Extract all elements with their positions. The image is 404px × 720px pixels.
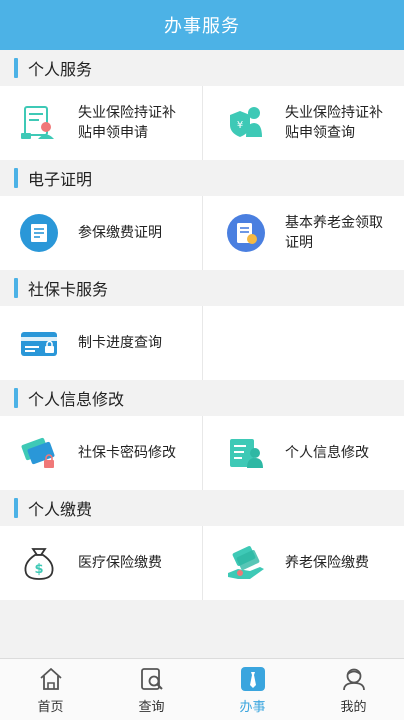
section-accent-bar bbox=[14, 278, 18, 298]
app-header: 办事服务 bbox=[0, 0, 404, 50]
section-row: 社保卡密码修改 个人信息修改 bbox=[0, 416, 404, 490]
shield-person-icon: ¥ bbox=[225, 102, 267, 144]
home-icon bbox=[37, 665, 65, 693]
section-header-personal-payment: 个人缴费 bbox=[0, 490, 404, 526]
search-icon bbox=[138, 665, 166, 693]
service-pension-certificate[interactable]: 基本养老金领取证明 bbox=[202, 196, 404, 270]
service-insurance-payment-certificate[interactable]: 参保缴费证明 bbox=[0, 196, 202, 270]
tab-home[interactable]: 首页 bbox=[0, 659, 101, 720]
service-label: 社保卡密码修改 bbox=[78, 445, 176, 461]
service-label: 制卡进度查询 bbox=[78, 335, 162, 351]
service-label: 医疗保险缴费 bbox=[78, 555, 162, 571]
service-medical-insurance-payment[interactable]: $ 医疗保险缴费 bbox=[0, 526, 202, 600]
section-header-social-card: 社保卡服务 bbox=[0, 270, 404, 306]
section-header-personal-services: 个人服务 bbox=[0, 50, 404, 86]
service-unemployment-subsidy-query[interactable]: ¥ 失业保险持证补贴申领查询 bbox=[202, 86, 404, 160]
section-row: $ 医疗保险缴费 养老保险缴费 bbox=[0, 526, 404, 600]
service-personal-info-edit[interactable]: 个人信息修改 bbox=[202, 416, 404, 490]
section-accent-bar bbox=[14, 168, 18, 188]
tab-label: 首页 bbox=[37, 699, 64, 715]
certificate-icon bbox=[18, 212, 60, 254]
page-title: 办事服务 bbox=[164, 16, 240, 37]
tab-label: 我的 bbox=[340, 699, 367, 715]
section-row: 制卡进度查询 bbox=[0, 306, 404, 380]
service-label: 参保缴费证明 bbox=[78, 225, 162, 241]
money-bag-icon: $ bbox=[18, 542, 60, 584]
tab-query[interactable]: 查询 bbox=[101, 659, 202, 720]
section-header-personal-info-edit: 个人信息修改 bbox=[0, 380, 404, 416]
service-label: 养老保险缴费 bbox=[285, 555, 369, 571]
profile-edit-icon bbox=[225, 432, 267, 474]
card-password-icon bbox=[18, 432, 60, 474]
pension-payment-icon bbox=[225, 542, 267, 584]
bottom-tab-bar: 首页 查询 办事 我的 bbox=[0, 658, 404, 720]
section-title: 个人服务 bbox=[28, 60, 93, 79]
user-icon bbox=[340, 665, 368, 693]
section-accent-bar bbox=[14, 498, 18, 518]
svg-text:¥: ¥ bbox=[237, 120, 243, 131]
section-row: 失业保险持证补贴申领申请 ¥ 失业保险持证补贴申领查询 bbox=[0, 86, 404, 160]
service-unemployment-subsidy-apply[interactable]: 失业保险持证补贴申领申请 bbox=[0, 86, 202, 160]
service-label: 失业保险持证补贴申领查询 bbox=[285, 105, 383, 141]
document-person-icon bbox=[18, 102, 60, 144]
service-label: 个人信息修改 bbox=[285, 445, 369, 461]
section-title: 社保卡服务 bbox=[28, 280, 109, 299]
section-header-e-certificate: 电子证明 bbox=[0, 160, 404, 196]
section-accent-bar bbox=[14, 388, 18, 408]
tie-icon bbox=[239, 665, 267, 693]
pension-card-icon bbox=[225, 212, 267, 254]
tab-services[interactable]: 办事 bbox=[202, 659, 303, 720]
tab-label: 办事 bbox=[239, 699, 266, 715]
section-title: 电子证明 bbox=[28, 170, 93, 189]
service-card-password-change[interactable]: 社保卡密码修改 bbox=[0, 416, 202, 490]
service-card-progress-query[interactable]: 制卡进度查询 bbox=[0, 306, 202, 380]
section-title: 个人缴费 bbox=[28, 500, 93, 519]
empty-cell bbox=[202, 306, 404, 380]
section-accent-bar bbox=[14, 58, 18, 78]
service-label: 基本养老金领取证明 bbox=[285, 215, 383, 251]
service-label: 失业保险持证补贴申领申请 bbox=[78, 105, 176, 141]
service-pension-insurance-payment[interactable]: 养老保险缴费 bbox=[202, 526, 404, 600]
svg-text:$: $ bbox=[34, 562, 43, 577]
services-list: 个人服务 失业保险持证补贴申领申请 ¥ 失业保险持证补贴申领查询 电子证明 参保… bbox=[0, 50, 404, 658]
section-row: 参保缴费证明 基本养老金领取证明 bbox=[0, 196, 404, 270]
card-lock-icon bbox=[18, 322, 60, 364]
tab-label: 查询 bbox=[138, 699, 165, 715]
tab-mine[interactable]: 我的 bbox=[303, 659, 404, 720]
section-title: 个人信息修改 bbox=[28, 390, 125, 409]
